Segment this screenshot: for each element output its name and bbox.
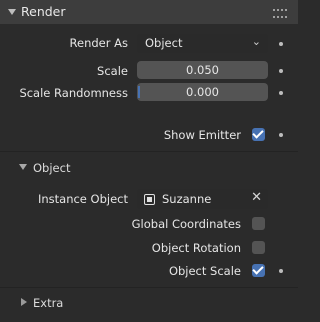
scale-randomness-field[interactable]: 0.000 [137,83,268,101]
keyframe-dot-icon[interactable] [279,133,283,137]
chevron-down-icon: ⌄ [251,35,261,48]
collapse-chevron-icon[interactable] [19,164,27,170]
checkmark-icon [252,263,264,275]
subpanel-title-extra[interactable]: Extra [33,296,63,310]
instance-object-field[interactable]: Suzanne ✕ [137,189,268,209]
divider [0,151,298,152]
clear-icon[interactable]: ✕ [251,190,262,205]
collapse-chevron-icon[interactable] [8,9,16,15]
global-coordinates-label: Global Coordinates [131,217,241,231]
object-rotation-checkbox[interactable] [252,241,265,254]
scale-value: 0.050 [186,63,219,77]
subpanel-title-object[interactable]: Object [33,161,70,175]
panel-title: Render [21,4,66,19]
object-rotation-label: Object Rotation [151,241,241,255]
drag-handle-icon[interactable] [272,6,288,18]
scale-field[interactable]: 0.050 [137,61,268,79]
show-emitter-checkbox[interactable] [252,127,265,141]
expand-chevron-icon[interactable] [21,298,27,306]
show-emitter-label: Show Emitter [163,128,241,142]
scale-randomness-value: 0.000 [186,85,219,99]
object-scale-label: Object Scale [168,264,241,278]
render-as-value: Object [145,36,183,50]
keyframe-dot-icon[interactable] [279,269,283,273]
scale-randomness-label: Scale Randomness [19,86,128,100]
render-as-dropdown[interactable]: Object ⌄ [137,34,268,53]
scale-label: Scale [97,64,128,78]
divider [0,287,298,288]
keyframe-dot-icon[interactable] [279,42,283,46]
keyframe-dot-icon[interactable] [279,91,283,95]
keyframe-dot-icon[interactable] [279,69,283,73]
instance-object-label: Instance Object [37,192,128,206]
global-coordinates-checkbox[interactable] [252,217,265,230]
render-as-label: Render As [69,36,128,50]
checkmark-icon [252,127,264,139]
object-scale-checkbox[interactable] [252,263,265,277]
object-icon [144,194,155,205]
instance-object-value: Suzanne [162,192,212,206]
